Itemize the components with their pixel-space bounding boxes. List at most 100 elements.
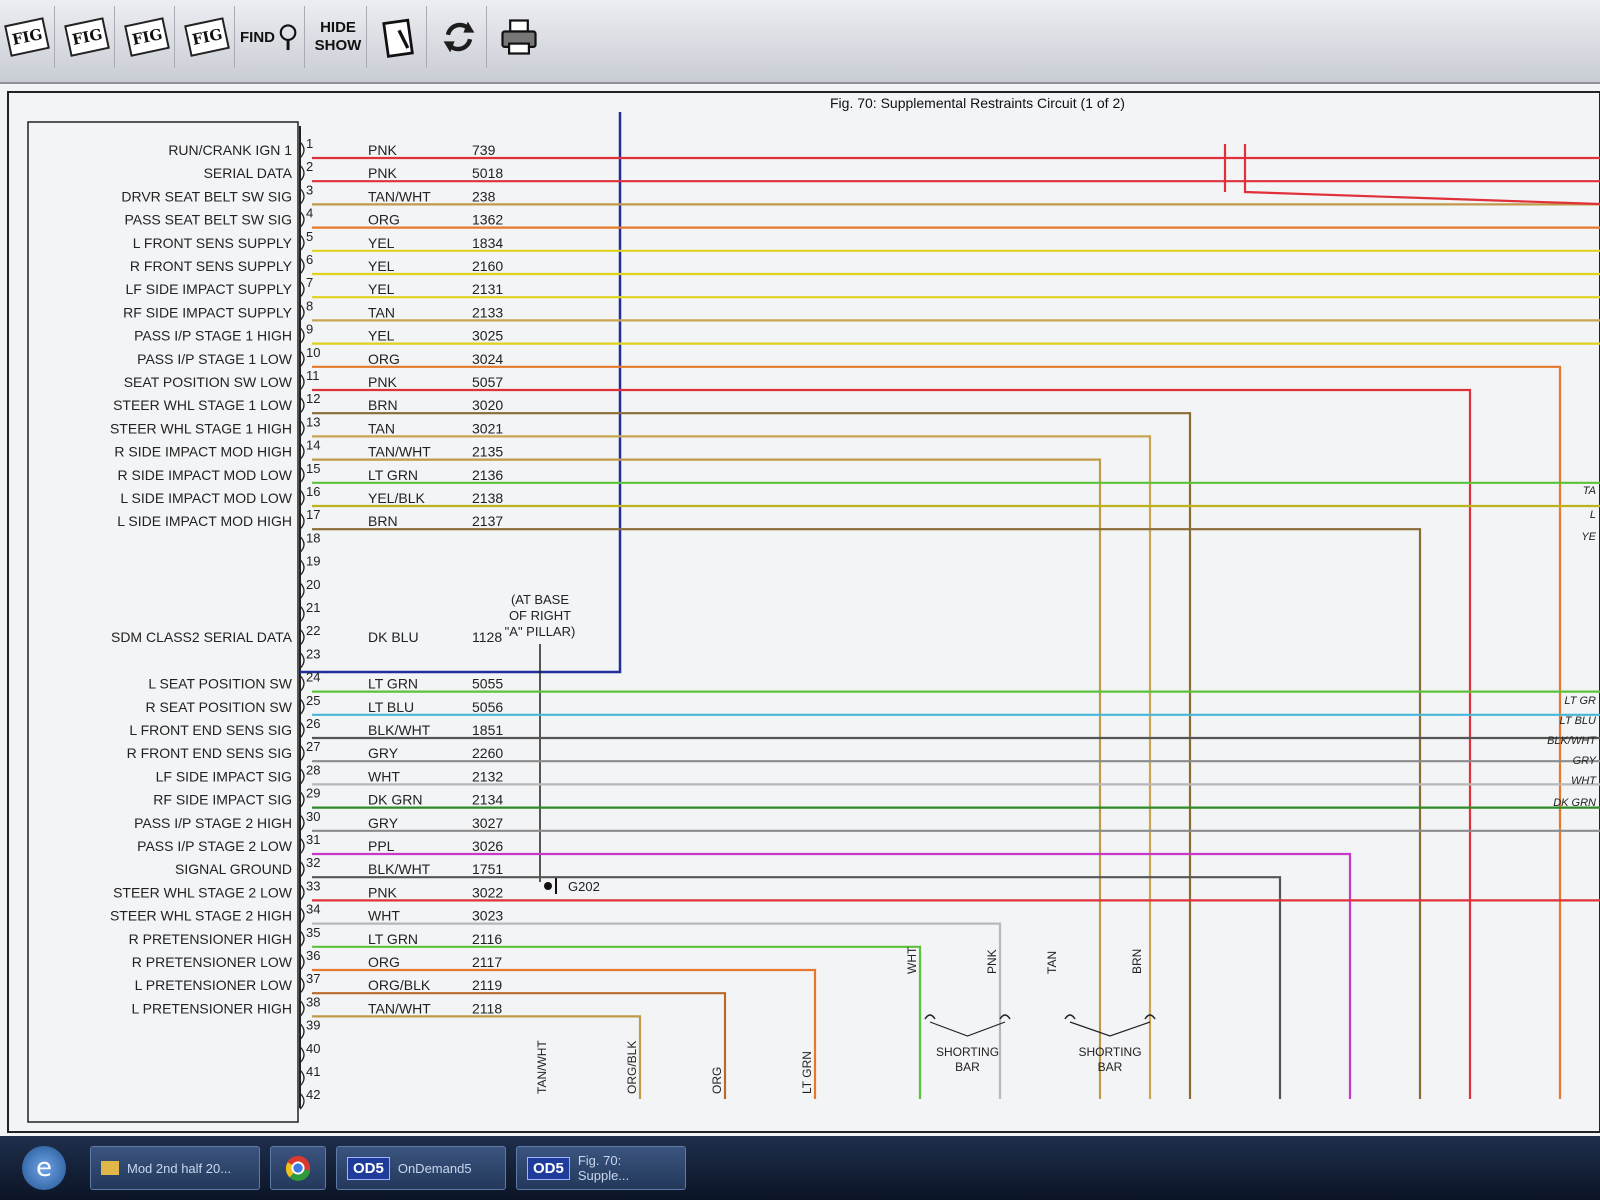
pin-label: PASS I/P STAGE 1 HIGH xyxy=(134,328,292,344)
pin-label: STEER WHL STAGE 2 LOW xyxy=(113,884,293,900)
pin-number: 9 xyxy=(306,322,313,337)
taskbar-item-fig70-label: Fig. 70: Supple... xyxy=(577,1153,630,1183)
wire-color-label: PNK xyxy=(368,165,397,181)
pin-number: 16 xyxy=(306,484,320,499)
drop-label: ORG/BLK xyxy=(625,1041,639,1094)
pin-label: R PRETENSIONER HIGH xyxy=(129,931,292,947)
circuit-number: 1362 xyxy=(472,212,503,228)
pin-label: L PRETENSIONER LOW xyxy=(135,977,293,993)
circuit-number: 2131 xyxy=(472,281,503,297)
refresh-icon xyxy=(443,21,475,53)
pin-number: 25 xyxy=(306,693,320,708)
pin-label: STEER WHL STAGE 1 LOW xyxy=(113,397,293,413)
wire xyxy=(312,412,1192,1099)
right-edge-label: LT GR xyxy=(1564,695,1596,707)
connector-terminal xyxy=(924,1014,1011,1020)
refresh-button[interactable] xyxy=(432,6,487,68)
fig-hand-button[interactable]: FIG xyxy=(60,6,115,68)
wire xyxy=(1243,144,1600,206)
fig-prev-icon: FIG xyxy=(123,17,171,57)
toolbar: FIG FIG FIG FIG FIND HIDE SHOW xyxy=(0,0,1600,84)
pin-number: 27 xyxy=(306,739,320,754)
hide-show-button[interactable]: HIDE SHOW xyxy=(310,6,367,68)
pin-number: 38 xyxy=(306,994,320,1009)
pin-label: DRVR SEAT BELT SW SIG xyxy=(121,188,292,204)
fig-icon: FIG xyxy=(3,17,51,57)
drop-label: LT GRN xyxy=(800,1051,814,1094)
pin-number: 1 xyxy=(306,136,313,151)
pin-number: 14 xyxy=(306,438,320,453)
circuit-number: 2134 xyxy=(472,792,503,808)
circuit-number: 1834 xyxy=(472,235,503,251)
wire-color-label: WHT xyxy=(368,908,400,924)
wire-color-label: BRN xyxy=(368,513,398,529)
pin-number: 39 xyxy=(306,1018,320,1033)
right-edge-label: GRY xyxy=(1573,755,1597,767)
pin-number: 21 xyxy=(306,600,320,615)
fig-button[interactable]: FIG xyxy=(0,6,55,68)
shorting-bar-label: SHORTING xyxy=(1078,1045,1141,1059)
pin-number: 10 xyxy=(306,345,320,360)
wire-color-label: ORG xyxy=(368,954,400,970)
folder-icon xyxy=(101,1161,119,1175)
wire-color-label: BLK/WHT xyxy=(368,722,431,738)
wire-color-label: YEL xyxy=(368,281,395,297)
taskbar-item-mod[interactable]: Mod 2nd half 20... xyxy=(90,1146,260,1190)
taskbar-item-mod-label: Mod 2nd half 20... xyxy=(127,1160,232,1176)
wiring-diagram: Fig. 70: Supplemental Restraints Circuit… xyxy=(0,84,1600,1136)
chrome-button[interactable] xyxy=(270,1146,326,1190)
pin-label: R SEAT POSITION SW xyxy=(145,699,292,715)
drop-label: WHT xyxy=(905,946,919,974)
print-button[interactable] xyxy=(492,6,546,68)
wire-color-label: TAN/WHT xyxy=(368,188,431,204)
pin-number: 5 xyxy=(306,229,313,244)
show-label: SHOW xyxy=(314,37,362,54)
clipboard-button[interactable] xyxy=(372,6,427,68)
circuit-number: 1128 xyxy=(472,629,502,645)
wire-color-label: DK BLU xyxy=(368,629,419,645)
circuit-number: 2133 xyxy=(472,304,503,320)
taskbar-item-ondemand[interactable]: OD5 OnDemand5 xyxy=(336,1146,506,1190)
fig-next-icon: FIG xyxy=(183,17,231,57)
find-label: FIND xyxy=(240,28,275,46)
wire-color-label: GRY xyxy=(368,745,399,761)
wire-color-label: LT GRN xyxy=(368,931,418,947)
pin-label: R PRETENSIONER LOW xyxy=(132,954,293,970)
pin-label: L FRONT SENS SUPPLY xyxy=(133,235,293,251)
pin-number: 31 xyxy=(306,832,320,847)
location-note-line-3: "A" PILLAR) xyxy=(505,624,576,639)
pin-label: SEAT POSITION SW LOW xyxy=(124,374,293,390)
fig-prev-button[interactable]: FIG xyxy=(120,6,175,68)
diagram-title: Fig. 70: Supplemental Restraints Circuit… xyxy=(830,95,1125,111)
pin-label: STEER WHL STAGE 2 HIGH xyxy=(110,908,292,924)
ie-icon[interactable]: e xyxy=(22,1146,66,1190)
wire-color-label: PPL xyxy=(368,838,395,854)
fig-next-button[interactable]: FIG xyxy=(180,6,235,68)
pin-number: 33 xyxy=(306,878,320,893)
find-button[interactable]: FIND xyxy=(240,6,305,68)
circuit-number: 1751 xyxy=(472,861,503,877)
wire-color-label: YEL xyxy=(368,258,395,274)
circuit-number: 2137 xyxy=(472,513,503,529)
pin-number: 7 xyxy=(306,275,313,290)
wire-color-label: PNK xyxy=(368,142,397,158)
pin-number: 41 xyxy=(306,1064,320,1079)
pin-label: L FRONT END SENS SIG xyxy=(129,722,292,738)
printer-icon xyxy=(501,19,537,55)
pin-number: 26 xyxy=(306,716,320,731)
pin-label: PASS I/P STAGE 1 LOW xyxy=(137,351,293,367)
pin-label: L SEAT POSITION SW xyxy=(148,676,292,692)
location-note-line-2: OF RIGHT xyxy=(509,608,571,623)
right-edge-label: TA xyxy=(1583,485,1596,497)
taskbar-item-fig70[interactable]: OD5 Fig. 70: Supple... xyxy=(516,1146,686,1190)
magnifier-icon xyxy=(279,24,297,51)
circuit-number: 3021 xyxy=(472,420,503,436)
wire-color-label: YEL xyxy=(368,235,395,251)
pin-label: R SIDE IMPACT MOD HIGH xyxy=(114,444,292,460)
wire-color-label: LT GRN xyxy=(368,676,418,692)
ondemand-badge: OD5 xyxy=(347,1156,390,1180)
location-note-line-1: (AT BASE xyxy=(511,592,569,607)
pin-number: 30 xyxy=(306,809,320,824)
location-note: (AT BASE OF RIGHT "A" PILLAR) xyxy=(505,592,576,639)
circuit-number: 2260 xyxy=(472,745,503,761)
